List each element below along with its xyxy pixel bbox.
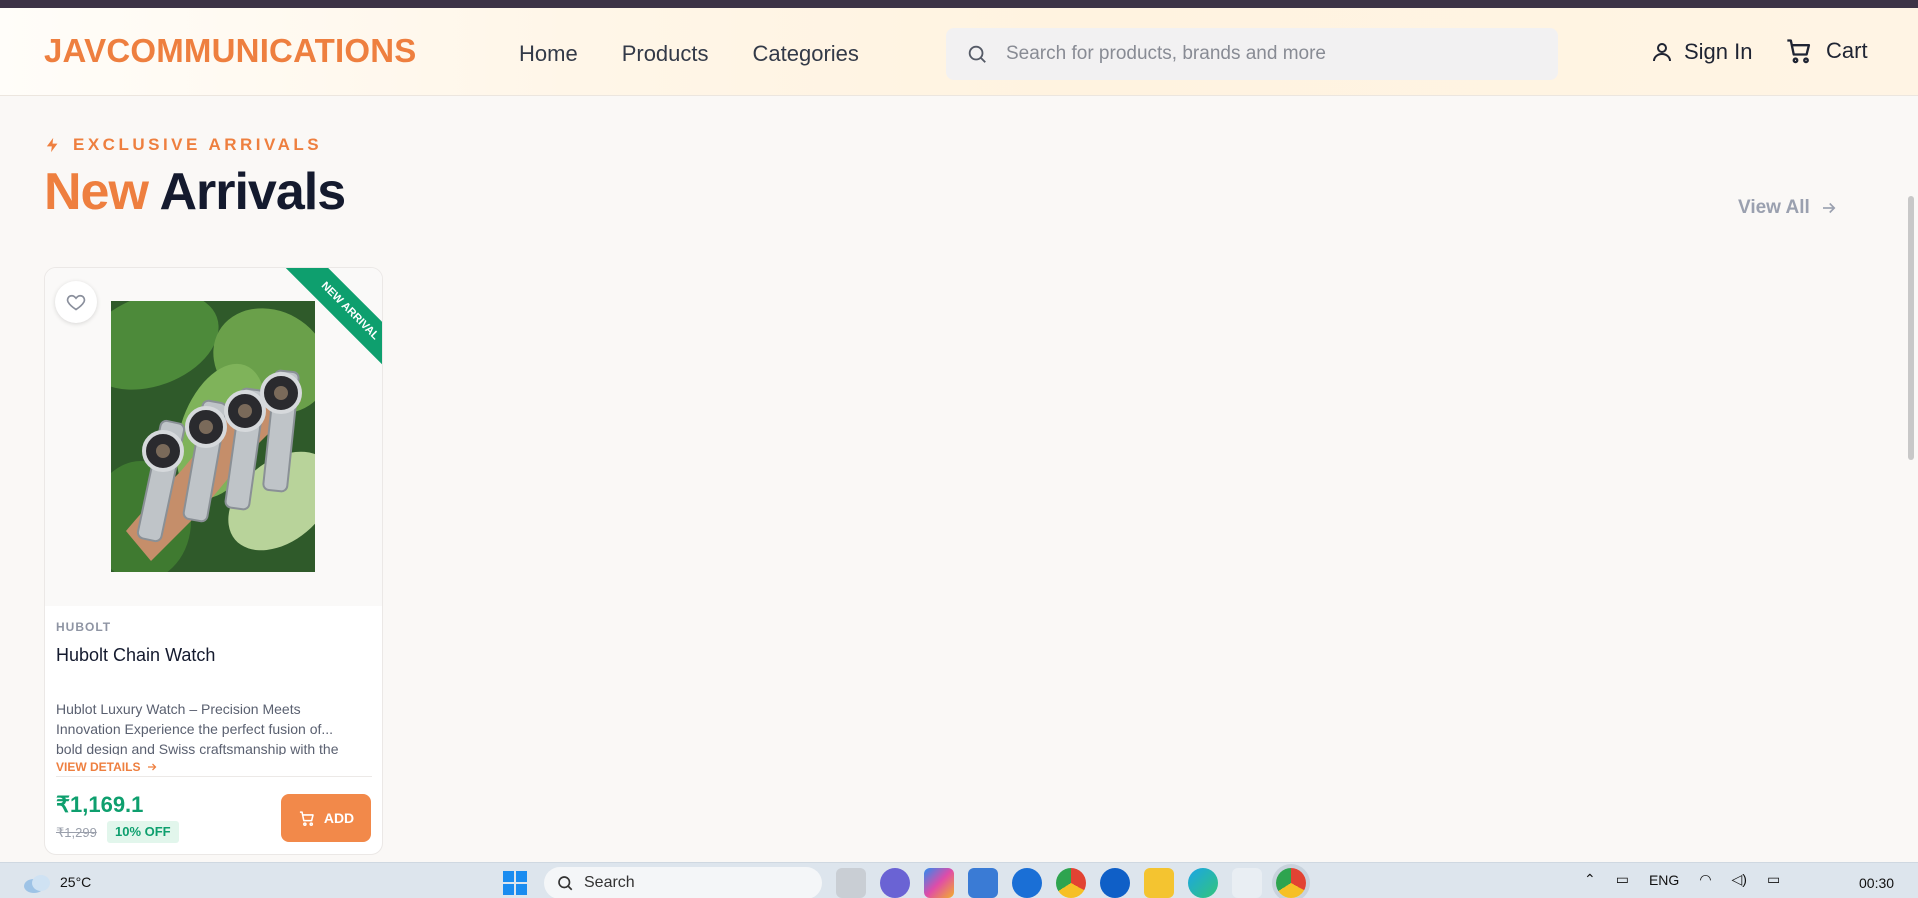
search-icon <box>558 876 573 891</box>
chevron-up-icon[interactable]: ⌃ <box>1584 871 1596 888</box>
section-tag-label: EXCLUSIVE ARRIVALS <box>73 135 323 154</box>
start-button[interactable] <box>500 868 530 898</box>
windows-icon <box>503 871 527 895</box>
nav-categories[interactable]: Categories <box>753 41 859 67</box>
sign-in-label: Sign In <box>1684 39 1753 64</box>
browser-top-strip <box>0 0 1918 8</box>
teams-icon[interactable] <box>880 868 910 898</box>
cloud-icon <box>24 875 50 893</box>
view-all-label: View All <box>1738 197 1810 218</box>
lightning-icon <box>46 137 58 153</box>
product-card[interactable]: NEW ARRIVAL HUBOLT Hubolt Chain Watch Hu… <box>44 267 383 855</box>
edge-icon[interactable] <box>1188 868 1218 898</box>
temperature-label: 25°C <box>60 874 92 890</box>
product-brand: HUBOLT <box>56 620 112 634</box>
discount-badge: 10% OFF <box>107 821 179 843</box>
product-old-price: ₹1,299 <box>56 825 97 840</box>
product-price: ₹1,169.1 <box>56 792 144 817</box>
product-name[interactable]: Hubolt Chain Watch <box>56 645 215 666</box>
ribbon-label: NEW ARRIVAL <box>282 268 382 378</box>
page-scrollbar[interactable] <box>1908 196 1914 460</box>
taskbar-search-label: Search <box>584 874 635 891</box>
section-title: New Arrivals <box>44 162 346 222</box>
search-icon <box>968 45 986 63</box>
add-to-cart-label: ADD <box>323 810 355 826</box>
volume-icon[interactable]: ◁) <box>1732 871 1747 888</box>
chrome-active-icon[interactable] <box>1276 868 1306 898</box>
search-bar <box>946 28 1558 80</box>
chrome-icon[interactable] <box>1056 868 1086 898</box>
section-tag: EXCLUSIVE ARRIVALS <box>44 135 322 155</box>
arrow-right-icon <box>1822 202 1836 214</box>
help-icon[interactable] <box>1012 868 1042 898</box>
nav-products[interactable]: Products <box>622 41 709 67</box>
product-media: NEW ARRIVAL <box>45 268 382 606</box>
heart-icon <box>66 294 86 311</box>
site-header: JAVCOMMUNICATIONS Home Products Categori… <box>0 8 1918 96</box>
taskbar-apps: Search <box>500 867 1306 898</box>
nav-home[interactable]: Home <box>519 41 578 67</box>
card-divider <box>56 776 372 777</box>
taskbar-search[interactable]: Search <box>544 867 822 898</box>
add-to-cart-button[interactable]: ADD <box>281 794 371 842</box>
product-description: Hublot Luxury Watch – Precision Meets In… <box>56 701 339 755</box>
weather-widget[interactable]: 25°C <box>22 871 91 893</box>
main-nav: Home Products Categories <box>519 41 859 67</box>
new-arrival-ribbon: NEW ARRIVAL <box>272 268 382 378</box>
clock[interactable]: 00:30 <box>1859 875 1894 891</box>
section-title-accent: New <box>44 163 149 221</box>
display-icon[interactable]: ▭ <box>1616 871 1629 888</box>
language-indicator[interactable]: ENG <box>1649 872 1679 888</box>
section-title-main: Arrivals <box>159 163 346 221</box>
cart-icon <box>1787 39 1811 64</box>
cart-icon <box>299 810 314 826</box>
copilot-icon[interactable] <box>924 868 954 898</box>
search-input[interactable] <box>1006 43 1526 65</box>
store-icon[interactable] <box>968 868 998 898</box>
user-icon <box>1653 43 1671 62</box>
view-details-label: VIEW DETAILS <box>56 760 141 774</box>
cart-button[interactable]: Cart <box>1784 37 1868 65</box>
cart-label: Cart <box>1826 38 1868 63</box>
task-view-icon[interactable] <box>836 868 866 898</box>
os-taskbar: 25°C Search ⌃ ▭ ENG ◠ ◁) ▭ 00:30 <box>0 862 1918 898</box>
view-details-link[interactable]: VIEW DETAILS <box>56 760 158 774</box>
battery-icon[interactable]: ▭ <box>1767 871 1780 888</box>
hp-icon[interactable] <box>1100 868 1130 898</box>
site-logo[interactable]: JAVCOMMUNICATIONS <box>44 32 417 70</box>
system-tray: ⌃ ▭ ENG ◠ ◁) ▭ <box>1584 871 1780 888</box>
file-explorer-icon[interactable] <box>1144 868 1174 898</box>
wifi-icon[interactable]: ◠ <box>1699 871 1711 888</box>
wishlist-button[interactable] <box>55 281 97 323</box>
sign-in-button[interactable]: Sign In <box>1650 39 1753 65</box>
arrow-right-icon <box>148 763 157 771</box>
app-icon[interactable] <box>1232 868 1262 898</box>
view-all-link[interactable]: View All <box>1738 197 1838 219</box>
